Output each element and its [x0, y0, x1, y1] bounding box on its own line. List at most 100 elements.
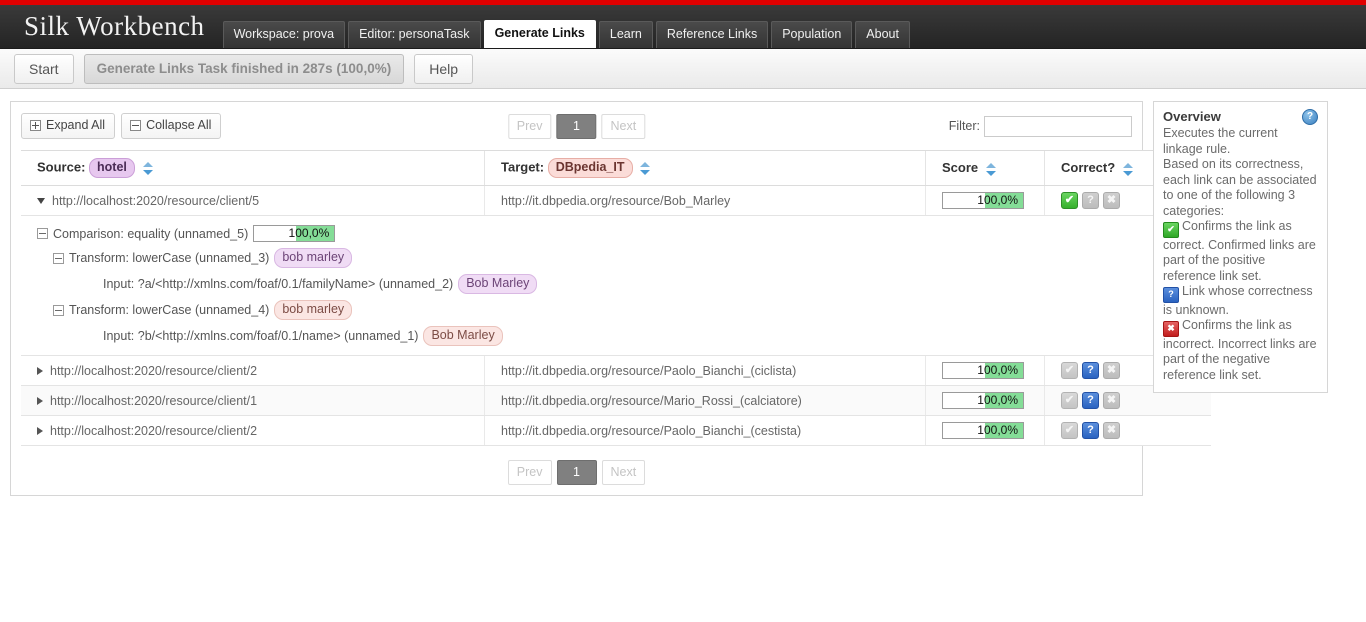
score-label: Score [942, 160, 979, 176]
nav-tab-learn[interactable]: Learn [598, 21, 653, 48]
score-text: 100,0% [943, 193, 1023, 208]
task-toolbar: Start Generate Links Task finished in 28… [0, 49, 1366, 89]
confirm-incorrect-button[interactable]: ✖ [1103, 192, 1120, 209]
tree-toggle-icon[interactable] [37, 228, 48, 239]
cell-score: 100,0% [925, 415, 1045, 446]
tree-toggle-icon[interactable] [53, 304, 64, 316]
cell-score: 100,0% [925, 385, 1045, 416]
cell-target[interactable]: http://it.dbpedia.org/resource/Bob_Marle… [484, 185, 926, 216]
nav-tab-editor[interactable]: Editor: personaTask [348, 21, 481, 48]
sort-icon-correct[interactable] [1122, 162, 1133, 176]
cell-target[interactable]: http://it.dbpedia.org/resource/Mario_Ros… [484, 385, 926, 416]
nav-tab-about[interactable]: About [855, 21, 910, 48]
table-row[interactable]: http://localhost:2020/resource/client/2 … [21, 415, 1211, 446]
links-table: Source: hotel Target: DBpedia_IT Score C… [21, 150, 1211, 446]
confirm-incorrect-button[interactable]: ✖ [1103, 362, 1120, 379]
confirm-incorrect-button[interactable]: ✖ [1103, 422, 1120, 439]
start-button[interactable]: Start [14, 53, 74, 84]
mark-unknown-button[interactable]: ? [1082, 192, 1099, 209]
filter-input[interactable] [984, 115, 1132, 137]
row-collapse-arrow-icon[interactable] [37, 198, 45, 205]
score-decimal: 0% [1000, 423, 1018, 437]
nav-tab-generate-links[interactable]: Generate Links [483, 20, 596, 48]
target-label: Target: [501, 159, 545, 175]
prev-page-button-bottom[interactable]: Prev [507, 460, 552, 485]
tree-node-transform-b[interactable]: Transform: lowerCase (unnamed_4) bob mar… [53, 297, 1211, 323]
correct-label: Correct? [1061, 160, 1116, 176]
help-button[interactable]: Help [414, 53, 473, 84]
nav-tab-population[interactable]: Population [771, 21, 853, 48]
target-uri[interactable]: http://it.dbpedia.org/resource/Paolo_Bia… [501, 424, 801, 438]
task-status-button[interactable]: Generate Links Task finished in 287s (10… [83, 53, 405, 84]
row-expand-arrow-icon[interactable] [37, 397, 43, 406]
mark-unknown-button[interactable]: ? [1082, 392, 1099, 409]
score-integer: 100, [977, 393, 1001, 407]
confirm-correct-button[interactable]: ✔ [1061, 392, 1078, 409]
overview-item-unknown: ? Link whose correctness is unknown. [1163, 284, 1318, 318]
column-header-source[interactable]: Source: hotel [21, 150, 485, 186]
nav-tab-workspace[interactable]: Workspace: prova [222, 21, 346, 48]
tree-node-input-a[interactable]: Input: ?a/<http://xmlns.com/foaf/0.1/fam… [103, 271, 1211, 297]
comparison-score-integer: 100, [288, 226, 312, 240]
confirm-correct-button[interactable]: ✔ [1061, 422, 1078, 439]
target-uri[interactable]: http://it.dbpedia.org/resource/Bob_Marle… [501, 194, 730, 208]
next-page-button-top[interactable]: Next [601, 113, 646, 139]
mark-unknown-button[interactable]: ? [1082, 422, 1099, 439]
row-expand-arrow-icon[interactable] [37, 427, 43, 436]
confirm-incorrect-button[interactable]: ✖ [1103, 392, 1120, 409]
collapse-all-label: Collapse All [146, 118, 212, 132]
sort-icon-target[interactable] [640, 161, 651, 175]
confirm-correct-button[interactable]: ✔ [1061, 362, 1078, 379]
cell-source[interactable]: http://localhost:2020/resource/client/1 [21, 385, 485, 416]
page-number-1-top[interactable]: 1 [556, 113, 597, 139]
score-bar: 100,0% [942, 422, 1024, 439]
expand-all-label: Expand All [46, 118, 106, 132]
help-icon[interactable]: ? [1302, 109, 1318, 125]
overview-item-correct-text: Confirms the link as correct. Confirmed … [1163, 219, 1316, 283]
target-uri[interactable]: http://it.dbpedia.org/resource/Paolo_Bia… [501, 364, 796, 378]
score-text: 100,0% [943, 393, 1023, 408]
cell-target[interactable]: http://it.dbpedia.org/resource/Paolo_Bia… [484, 415, 926, 446]
sort-icon-source[interactable] [142, 161, 153, 175]
source-uri[interactable]: http://localhost:2020/resource/client/2 [50, 424, 257, 438]
tree-node-transform-a[interactable]: Transform: lowerCase (unnamed_3) bob mar… [53, 245, 1211, 271]
score-decimal: 0% [1000, 193, 1018, 207]
tree-node-comparison[interactable]: Comparison: equality (unnamed_5) 100,0% [37, 222, 1211, 245]
column-header-score[interactable]: Score [925, 150, 1045, 186]
source-uri[interactable]: http://localhost:2020/resource/client/5 [52, 194, 259, 208]
cell-source[interactable]: http://localhost:2020/resource/client/2 [21, 355, 485, 386]
confirm-correct-button[interactable]: ✔ [1061, 192, 1078, 209]
collapse-all-button[interactable]: Collapse All [121, 113, 222, 139]
overview-item-correct: ✔ Confirms the link as correct. Confirmed… [1163, 219, 1318, 284]
links-panel: Expand All Collapse All Prev 1 Next Filt… [10, 101, 1211, 496]
mark-unknown-button[interactable]: ? [1082, 362, 1099, 379]
column-header-target[interactable]: Target: DBpedia_IT [484, 150, 926, 186]
expand-all-button[interactable]: Expand All [21, 113, 116, 139]
cell-correct: ✔ ? ✖ [1044, 415, 1211, 446]
transform-a-value: bob marley [274, 248, 353, 268]
source-dataset-badge: hotel [89, 158, 135, 178]
bottom-pagination: Prev 1 Next [21, 446, 1132, 485]
table-row[interactable]: http://localhost:2020/resource/client/2 … [21, 355, 1211, 386]
sort-icon-score[interactable] [985, 162, 996, 176]
overview-item-unknown-text: Link whose correctness is unknown. [1163, 284, 1313, 317]
table-row[interactable]: http://localhost:2020/resource/client/1 … [21, 385, 1211, 416]
source-uri[interactable]: http://localhost:2020/resource/client/1 [50, 394, 257, 408]
next-page-button-bottom[interactable]: Next [601, 460, 646, 485]
cell-score: 100,0% [925, 185, 1045, 216]
cell-target[interactable]: http://it.dbpedia.org/resource/Paolo_Bia… [484, 355, 926, 386]
cell-source[interactable]: http://localhost:2020/resource/client/2 [21, 415, 485, 446]
source-uri[interactable]: http://localhost:2020/resource/client/2 [50, 364, 257, 378]
nav-tab-reference-links[interactable]: Reference Links [655, 21, 769, 48]
page-number-1-bottom[interactable]: 1 [556, 460, 597, 485]
target-uri[interactable]: http://it.dbpedia.org/resource/Mario_Ros… [501, 394, 802, 408]
row-expand-arrow-icon[interactable] [37, 367, 43, 376]
filter-group: Filter: [949, 115, 1132, 137]
cell-source[interactable]: http://localhost:2020/resource/client/5 [21, 185, 485, 216]
tree-toggle-icon[interactable] [53, 252, 64, 264]
score-bar: 100,0% [942, 192, 1024, 209]
tree-node-input-b[interactable]: Input: ?b/<http://xmlns.com/foaf/0.1/nam… [103, 323, 1211, 349]
table-row[interactable]: http://localhost:2020/resource/client/5 … [21, 185, 1211, 216]
confirm-incorrect-icon: ✖ [1163, 320, 1179, 337]
prev-page-button-top[interactable]: Prev [507, 113, 552, 139]
